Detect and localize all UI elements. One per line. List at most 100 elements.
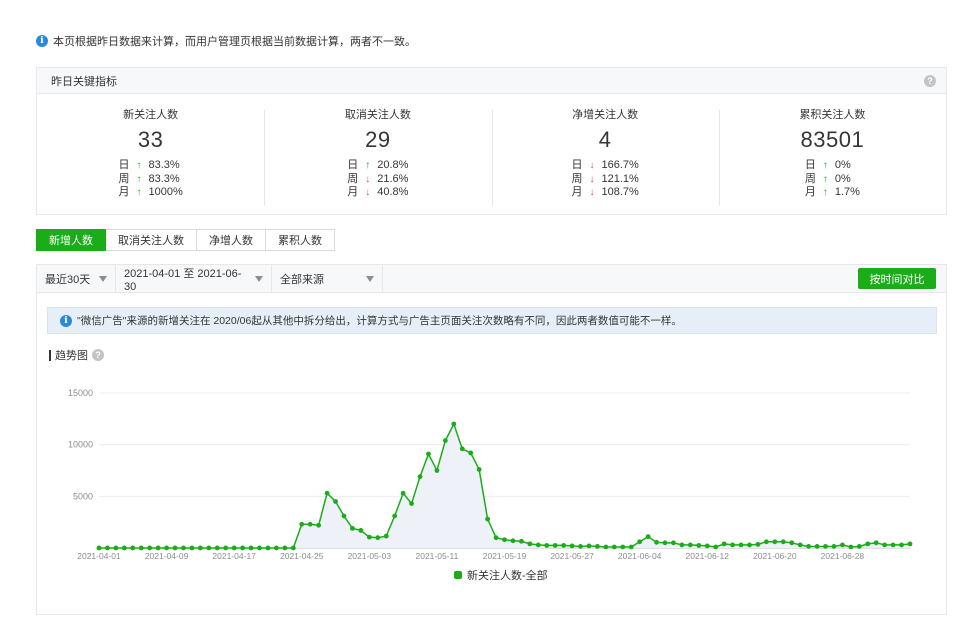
data-point [628, 544, 634, 550]
data-point [544, 543, 550, 548]
kpi-change-row: 日 ↑ 20.8% [347, 159, 408, 173]
data-point [214, 545, 220, 551]
data-point [535, 542, 541, 548]
kpi-period: 周 [804, 172, 816, 185]
kpi-change-row: 周 ↑ 0% [805, 173, 860, 187]
arrow-down-icon: ↓ [589, 173, 595, 185]
x-tick-label: 2021-05-03 [348, 551, 392, 561]
data-point [240, 545, 246, 551]
kpi-card: 新关注人数 33 日 ↑ 83.3% 周 ↑ 83.3% 月 ↑ 1000% [37, 108, 264, 214]
arrow-up-icon: ↑ [822, 160, 828, 171]
data-point [282, 545, 288, 551]
data-point [324, 490, 330, 496]
data-point [197, 545, 203, 551]
arrow-up-icon: ↑ [136, 173, 142, 185]
kpi-change-pct: 21.6% [377, 172, 409, 185]
kpi-changes: 日 ↑ 0% 周 ↑ 0% 月 ↑ 1.7% [805, 159, 860, 200]
data-point [105, 545, 110, 551]
kpi-period: 周 [118, 172, 130, 185]
x-tick-label: 2021-04-17 [212, 551, 256, 561]
data-point [654, 539, 659, 545]
kpi-change-row: 日 ↑ 83.3% [118, 159, 182, 173]
data-point [485, 516, 491, 522]
y-tick-label: 5000 [73, 491, 93, 501]
kpi-period: 日 [804, 159, 816, 171]
data-point [375, 535, 381, 541]
data-point [459, 446, 465, 452]
kpi-period: 日 [118, 159, 130, 171]
data-point [772, 539, 778, 545]
kpi-change-pct: 121.1% [601, 172, 639, 185]
kpi-changes: 日 ↑ 20.8% 周 ↓ 21.6% 月 ↓ 40.8% [347, 159, 408, 200]
data-point [510, 538, 516, 544]
question-icon[interactable]: ? [924, 74, 936, 87]
kpi-label: 净增关注人数 [572, 109, 639, 121]
trend-panel: 最近30天 2021-04-01 至 2021-06-30 全部来源 按时间对比… [36, 264, 947, 615]
data-point [586, 543, 592, 549]
kpi-change-row: 月 ↑ 1.7% [805, 186, 860, 200]
data-point [290, 545, 296, 551]
data-point [248, 545, 254, 551]
kpi-change-pct: 40.8% [377, 186, 409, 198]
kpi-change-pct: 1000% [148, 186, 183, 198]
data-point [620, 544, 626, 550]
x-tick-label: 2021-05-11 [415, 551, 458, 561]
data-point [882, 542, 888, 548]
data-point [130, 545, 136, 551]
series-line [99, 422, 911, 549]
tab-2[interactable]: 取消关注人数 [106, 229, 197, 251]
x-tick-label: 2021-05-19 [483, 551, 527, 561]
data-point [265, 545, 271, 551]
data-point [333, 499, 338, 504]
arrow-down-icon: ↓ [589, 160, 595, 171]
data-point [814, 544, 820, 549]
data-point [831, 544, 837, 549]
kpi-change-row: 周 ↓ 121.1% [571, 173, 638, 187]
data-point [350, 525, 355, 531]
kpi-change-pct: 1.7% [834, 186, 860, 198]
data-point [899, 542, 904, 548]
data-point [493, 535, 499, 541]
kpi-period: 月 [118, 186, 130, 198]
x-tick-label: 2021-06-04 [618, 551, 662, 561]
legend-swatch [454, 571, 462, 579]
data-point [569, 543, 575, 549]
key-metrics-panel: 昨日关键指标 ? 新关注人数 33 日 ↑ 83.3% 周 ↑ 83.3% 月 … [36, 67, 947, 215]
tab-1[interactable]: 新增人数 [36, 229, 106, 251]
tab-4[interactable]: 累积人数 [266, 229, 335, 251]
kpi-change-row: 月 ↑ 1000% [118, 186, 182, 200]
data-point [172, 545, 178, 551]
x-tick-label: 2021-06-28 [821, 551, 865, 561]
arrow-up-icon: ↑ [136, 187, 142, 198]
data-point [890, 542, 896, 548]
key-metrics-header: 昨日关键指标 ? [37, 68, 946, 94]
kpi-period: 月 [571, 186, 583, 198]
data-point [409, 501, 414, 506]
kpi-change-row: 周 ↑ 83.3% [118, 173, 182, 187]
y-tick-label: 15000 [68, 388, 93, 398]
data-point [662, 540, 668, 546]
tab-3[interactable]: 净增人数 [197, 229, 266, 251]
data-point [747, 542, 752, 548]
kpi-period: 月 [347, 186, 359, 198]
data-point [274, 545, 279, 551]
data-point [113, 545, 119, 551]
data-point [856, 544, 862, 549]
data-point [400, 490, 406, 496]
kpi-change-pct: 20.8% [377, 159, 409, 171]
kpi-change-row: 月 ↓ 40.8% [347, 186, 408, 200]
data-point [603, 544, 609, 550]
arrow-down-icon: ↓ [589, 187, 595, 198]
kpi-period: 周 [571, 172, 583, 185]
kpi-value: 33 [137, 127, 164, 152]
kpi-period: 日 [347, 159, 359, 171]
arrow-up-icon: ↑ [822, 187, 828, 198]
kpi-value: 29 [365, 127, 391, 152]
data-point [671, 540, 676, 546]
data-point [780, 539, 786, 545]
data-point [687, 542, 693, 548]
data-point [417, 474, 423, 480]
data-point [476, 467, 482, 472]
data-point [873, 540, 879, 546]
chart-legend[interactable]: 新关注人数-全部 [454, 567, 548, 583]
